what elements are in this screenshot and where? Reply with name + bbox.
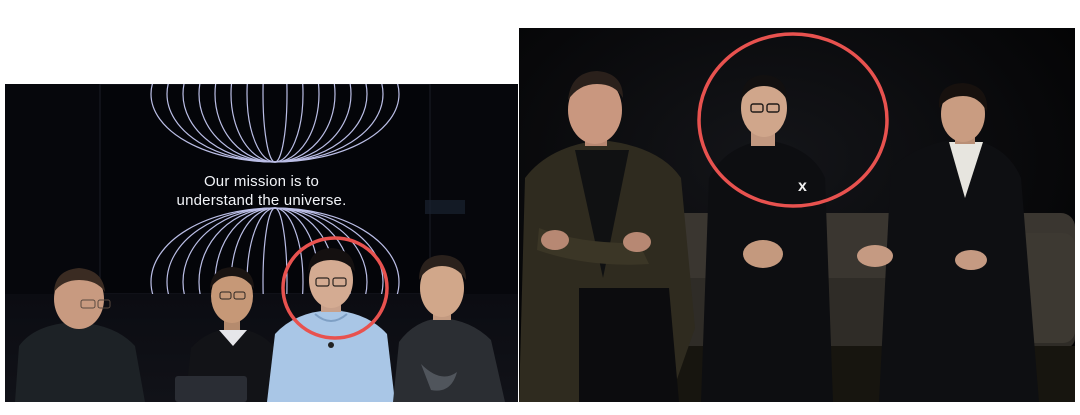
left-photo-illustration <box>5 84 518 402</box>
right-photo-illustration <box>519 28 1075 402</box>
slide-text-line-2: understand the universe. <box>176 192 347 209</box>
slide-text-line-1: Our mission is to <box>203 173 320 190</box>
shirt-logo: x <box>798 178 807 195</box>
left-photo-livestream: Our mission is to understand the univers… <box>5 84 518 402</box>
right-photo-panel: x <box>519 28 1075 402</box>
